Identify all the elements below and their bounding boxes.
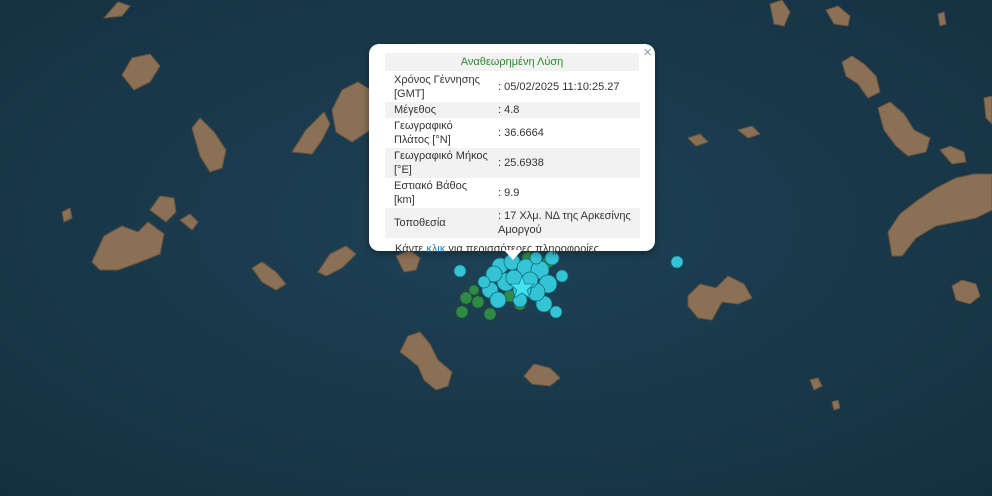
more-suffix: για περισσότερες πληροφορίες: [445, 243, 599, 255]
row-value: : 05/02/2025 11:10:25.27: [498, 81, 620, 93]
popup-tip: [504, 250, 522, 260]
close-icon[interactable]: ×: [643, 44, 652, 62]
map-view[interactable]: × Αναθεωρημένη Λύση Χρόνος Γέννησης [GMT…: [0, 0, 992, 496]
row-label: Γεωγραφικό Μήκος [°E]: [385, 148, 494, 178]
row-value: : 9.9: [498, 187, 520, 199]
row-label: Τοποθεσία: [385, 208, 494, 238]
table-row: Μέγεθος: 4.8: [385, 102, 640, 118]
event-popup: × Αναθεωρημένη Λύση Χρόνος Γέννησης [GMT…: [369, 44, 655, 260]
table-row: Χρόνος Γέννησης [GMT] : 05/02/2025 11:10:…: [385, 72, 640, 102]
row-value: : 25.6938: [494, 148, 640, 178]
row-label: Εστιακό Βάθος [km]: [394, 180, 468, 206]
more-info-link[interactable]: κλικ: [426, 243, 445, 255]
row-value: : 17 Χλμ. ΝΔ της Αρκεσίνης Αμοργού: [494, 208, 640, 238]
row-label: Χρόνος Γέννησης [GMT]: [394, 74, 480, 100]
island-top-right-3: [937, 11, 947, 27]
table-row: Τοποθεσία: 17 Χλμ. ΝΔ της Αρκεσίνης Αμορ…: [385, 208, 640, 238]
table-row: Γεωγραφικό Μήκος [°E]: 25.6938: [385, 148, 640, 178]
table-row: Εστιακό Βάθος [km] : 9.9: [385, 178, 640, 208]
row-label: Γεωγραφικό Πλάτος [°N]: [394, 120, 453, 146]
island-islet-b: [831, 399, 841, 411]
row-value: : 36.6664: [498, 127, 544, 139]
table-row: Γεωγραφικό Πλάτος [°N] : 36.6664: [385, 118, 640, 148]
row-value: : 4.8: [494, 102, 640, 118]
event-info-table: Χρόνος Γέννησης [GMT] : 05/02/2025 11:10:…: [385, 72, 640, 238]
row-label: Μέγεθος: [385, 102, 494, 118]
popup-title: Αναθεωρημένη Λύση: [385, 53, 639, 71]
more-prefix: Κάντε: [395, 243, 427, 255]
